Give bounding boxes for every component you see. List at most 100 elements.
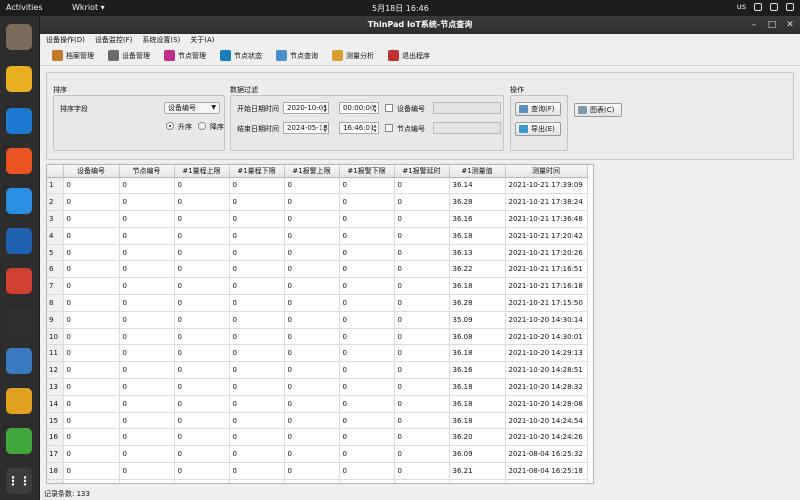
table-cell[interactable]: 0: [284, 277, 340, 296]
table-cell[interactable]: 2021-10-20 14:30:14: [505, 311, 588, 329]
table-cell[interactable]: 36.28: [449, 193, 506, 212]
table-row[interactable]: 18 0 0 0 0 0 0 0 36.21 2021-08-04 16:25:18: [47, 462, 588, 480]
app-center-icon[interactable]: [6, 148, 32, 174]
table-cell[interactable]: 0: [119, 311, 175, 329]
table-cell[interactable]: 0: [119, 277, 175, 296]
menu-item[interactable]: 设备监控(F): [95, 34, 133, 46]
row-number[interactable]: 3: [47, 210, 64, 228]
row-number[interactable]: 9: [47, 311, 64, 329]
row-number[interactable]: 12: [47, 361, 64, 380]
table-cell[interactable]: 2021-10-20 14:28:08: [505, 395, 588, 413]
table-cell[interactable]: 0: [63, 311, 120, 329]
table-cell[interactable]: 0: [174, 445, 230, 464]
sort-field-select[interactable]: 设备编号 ▼: [164, 102, 220, 114]
toolbar-button[interactable]: 设备管理: [102, 47, 156, 65]
row-number[interactable]: 2: [47, 193, 64, 212]
table-cell[interactable]: 0: [229, 479, 285, 483]
table-cell[interactable]: 2021-10-20 14:28:32: [505, 378, 588, 396]
help-icon[interactable]: [6, 188, 32, 214]
table-cell[interactable]: 0: [229, 244, 285, 262]
row-number[interactable]: 19: [47, 479, 64, 483]
table-cell[interactable]: 0: [63, 177, 120, 195]
table-cell[interactable]: 0: [394, 361, 450, 380]
spin-arrows-icon[interactable]: ▲ ▼: [321, 103, 328, 113]
table-cell[interactable]: 36.34: [449, 479, 506, 483]
clock[interactable]: 5月18日 16:46: [372, 3, 429, 14]
row-number[interactable]: 10: [47, 328, 64, 346]
table-cell[interactable]: 0: [229, 227, 285, 245]
table-cell[interactable]: 0: [119, 462, 175, 480]
table-cell[interactable]: 0: [284, 445, 340, 464]
table-cell[interactable]: 0: [284, 177, 340, 195]
column-header[interactable]: 节点编号: [119, 165, 175, 178]
table-cell[interactable]: 0: [63, 479, 120, 483]
table-cell[interactable]: 36.18: [449, 344, 506, 363]
table-cell[interactable]: 0: [174, 311, 230, 329]
table-cell[interactable]: 0: [339, 445, 395, 464]
device-filter-input[interactable]: [433, 102, 501, 114]
table-cell[interactable]: 0: [394, 277, 450, 296]
menu-item[interactable]: 关于(A): [190, 34, 214, 46]
table-cell[interactable]: 0: [63, 244, 120, 262]
column-header[interactable]: 测量时间: [505, 165, 588, 178]
table-cell[interactable]: 2021-10-21 17:20:42: [505, 227, 588, 245]
table-row[interactable]: 2 0 0 0 0 0 0 0 36.28 2021-10-21 17:38:24: [47, 193, 588, 212]
toolbar-button[interactable]: 退出程序: [382, 47, 436, 65]
row-number[interactable]: 1: [47, 177, 64, 195]
column-header[interactable]: #1量程下限: [229, 165, 285, 178]
table-cell[interactable]: 0: [339, 277, 395, 296]
table-cell[interactable]: 0: [339, 311, 395, 329]
table-cell[interactable]: 36.09: [449, 445, 506, 464]
table-cell[interactable]: 0: [63, 277, 120, 296]
toolbar-button[interactable]: 档案管理: [46, 47, 100, 65]
table-cell[interactable]: 0: [63, 328, 120, 346]
table-cell[interactable]: 0: [394, 428, 450, 447]
table-cell[interactable]: 0: [394, 260, 450, 279]
table-cell[interactable]: 0: [339, 395, 395, 413]
table-row[interactable]: 11 0 0 0 0 0 0 0 36.18 2021-10-20 14:29:13: [47, 344, 588, 363]
table-cell[interactable]: 0: [174, 378, 230, 396]
table-cell[interactable]: 36.28: [449, 294, 506, 312]
start-date-input[interactable]: 2020-10-01 ▲ ▼: [283, 102, 329, 114]
table-cell[interactable]: 0: [339, 361, 395, 380]
table-cell[interactable]: 2021-10-21 17:16:51: [505, 260, 588, 279]
table-cell[interactable]: 0: [229, 344, 285, 363]
query-button[interactable]: 查询(F): [515, 102, 561, 116]
table-cell[interactable]: 0: [119, 294, 175, 312]
table-row[interactable]: 15 0 0 0 0 0 0 0 36.18 2021-10-20 14:24:54: [47, 412, 588, 430]
table-row[interactable]: 10 0 0 0 0 0 0 0 36.08 2021-10-20 14:30:01: [47, 328, 588, 346]
table-cell[interactable]: 0: [284, 395, 340, 413]
table-cell[interactable]: 0: [119, 428, 175, 447]
column-header[interactable]: #1报警下限: [339, 165, 395, 178]
table-cell[interactable]: 0: [63, 462, 120, 480]
table-cell[interactable]: 0: [229, 412, 285, 430]
table-cell[interactable]: 2021-10-20 14:24:54: [505, 412, 588, 430]
table-cell[interactable]: 0: [394, 344, 450, 363]
spin-arrows-icon[interactable]: ▲ ▼: [371, 123, 378, 133]
table-cell[interactable]: 0: [174, 294, 230, 312]
table-cell[interactable]: 0: [174, 227, 230, 245]
table-cell[interactable]: 0: [229, 294, 285, 312]
table-cell[interactable]: 0: [284, 378, 340, 396]
asc-radio[interactable]: [166, 122, 174, 130]
app-menu[interactable]: Wkriot ▾: [72, 3, 105, 12]
table-row[interactable]: 1 0 0 0 0 0 0 0 36.14 2021-10-21 17:39:09: [47, 177, 588, 195]
table-cell[interactable]: 0: [63, 344, 120, 363]
table-cell[interactable]: 0: [394, 445, 450, 464]
table-cell[interactable]: 0: [174, 193, 230, 212]
table-cell[interactable]: 0: [119, 244, 175, 262]
kettle-icon[interactable]: [6, 388, 32, 414]
table-cell[interactable]: 0: [174, 395, 230, 413]
qt-creator-icon[interactable]: [6, 428, 32, 454]
table-cell[interactable]: 2021-10-21 17:39:09: [505, 177, 588, 195]
row-number[interactable]: 7: [47, 277, 64, 296]
table-cell[interactable]: 0: [63, 361, 120, 380]
table-cell[interactable]: 0: [284, 210, 340, 228]
row-number[interactable]: 11: [47, 344, 64, 363]
table-row[interactable]: 14 0 0 0 0 0 0 0 36.18 2021-10-20 14:28:08: [47, 395, 588, 413]
rhythmbox-icon[interactable]: [6, 66, 32, 92]
table-cell[interactable]: 0: [339, 244, 395, 262]
table-cell[interactable]: 0: [229, 277, 285, 296]
table-cell[interactable]: 0: [229, 428, 285, 447]
column-header[interactable]: #1测量值: [449, 165, 506, 178]
